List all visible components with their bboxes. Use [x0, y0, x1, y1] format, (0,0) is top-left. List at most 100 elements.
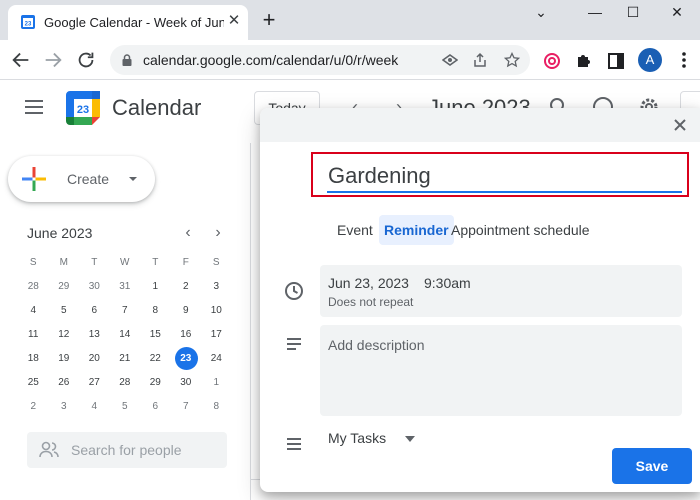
tab-appointment-schedule[interactable]: Appointment schedule	[446, 215, 595, 245]
address-bar[interactable]: calendar.google.com/calendar/u/0/r/week	[110, 45, 530, 75]
event-title-input[interactable]	[327, 163, 682, 193]
event-time[interactable]: 9:30am	[424, 275, 471, 291]
mini-calendar-day[interactable]: 6	[140, 395, 171, 419]
view-site-info-icon[interactable]	[442, 52, 458, 68]
new-tab-button[interactable]: +	[258, 9, 280, 31]
mini-calendar-day[interactable]: 25	[18, 371, 49, 395]
mini-calendar-day[interactable]: 23	[171, 347, 202, 371]
url-text[interactable]: calendar.google.com/calendar/u/0/r/week	[143, 52, 398, 68]
extension-icon[interactable]	[543, 52, 561, 70]
bookmark-star-icon[interactable]	[504, 52, 520, 68]
mini-calendar-day[interactable]: 28	[110, 371, 141, 395]
save-button[interactable]: Save	[612, 448, 692, 484]
mini-calendar-day[interactable]: 2	[171, 275, 202, 299]
repeat-option[interactable]: Does not repeat	[328, 295, 413, 309]
mini-calendar-day[interactable]: 4	[18, 299, 49, 323]
plus-icon	[22, 167, 46, 191]
mini-calendar-day[interactable]: 30	[171, 371, 202, 395]
mini-calendar-day[interactable]: 9	[171, 299, 202, 323]
weekday-header: W	[120, 257, 130, 268]
browser-menu-icon[interactable]	[674, 50, 694, 70]
mini-calendar-day[interactable]: 31	[110, 275, 141, 299]
calendar-logo-icon[interactable]: 23	[66, 91, 100, 125]
mini-calendar-day[interactable]: 1	[140, 275, 171, 299]
window-close-button[interactable]: ✕	[662, 4, 692, 20]
mini-calendar-day[interactable]: 17	[201, 323, 232, 347]
reload-icon[interactable]	[75, 49, 97, 71]
profile-avatar[interactable]: A	[638, 48, 662, 72]
tab-reminder[interactable]: Reminder	[379, 215, 454, 245]
minimize-button[interactable]: —	[580, 4, 610, 20]
mini-calendar-day[interactable]: 7	[171, 395, 202, 419]
back-arrow-icon[interactable]	[10, 49, 32, 71]
mini-calendar-next-icon[interactable]: ›	[210, 225, 226, 241]
mini-calendar-day[interactable]: 4	[79, 395, 110, 419]
today-day-number[interactable]: 23	[180, 353, 191, 364]
weekday-header: S	[29, 257, 37, 268]
svg-text:23: 23	[77, 104, 89, 116]
mini-calendar-day[interactable]: 2	[18, 395, 49, 419]
caret-down-icon	[129, 177, 137, 181]
mini-calendar-day[interactable]: 29	[49, 275, 80, 299]
mini-calendar-day[interactable]: 12	[49, 323, 80, 347]
forward-arrow-icon[interactable]	[42, 49, 64, 71]
mini-calendar-day[interactable]: 10	[201, 299, 232, 323]
caret-down-icon[interactable]	[405, 436, 415, 442]
mini-calendar-day[interactable]: 6	[79, 299, 110, 323]
task-list-select[interactable]: My Tasks	[328, 430, 386, 446]
mini-calendar-prev-icon[interactable]: ‹	[180, 225, 196, 241]
mini-calendar-day[interactable]: 19	[49, 347, 80, 371]
mini-calendar-day[interactable]: 29	[140, 371, 171, 395]
share-icon[interactable]	[472, 52, 488, 68]
mini-calendar-day[interactable]: 27	[79, 371, 110, 395]
weekday-header: F	[182, 257, 189, 268]
mini-calendar-day[interactable]: 14	[110, 323, 141, 347]
weekday-header: S	[212, 257, 220, 268]
description-icon	[287, 338, 301, 350]
mini-calendar-day[interactable]: 15	[140, 323, 171, 347]
mini-calendar-day[interactable]: 21	[110, 347, 141, 371]
mini-calendar-day[interactable]: 5	[110, 395, 141, 419]
mini-calendar-day[interactable]: 20	[79, 347, 110, 371]
datetime-field[interactable]: Jun 23, 2023 9:30am Does not repeat	[320, 265, 682, 317]
mini-calendar-day[interactable]: 8	[201, 395, 232, 419]
mini-calendar-title: June 2023	[27, 225, 93, 241]
search-people-input[interactable]: Search for people	[27, 432, 227, 468]
mini-calendar-day[interactable]: 3	[49, 395, 80, 419]
tab-search-button[interactable]: ⌄	[526, 4, 556, 20]
calendar-favicon-icon: 23	[21, 15, 35, 29]
mini-calendar-day[interactable]: 26	[49, 371, 80, 395]
event-date[interactable]: Jun 23, 2023	[328, 275, 409, 291]
browser-tabstrip: 23 Google Calendar - Week of June ✕ + ⌄ …	[0, 0, 700, 40]
maximize-button[interactable]: ☐	[618, 4, 648, 20]
mini-calendar-day[interactable]: 7	[110, 299, 141, 323]
side-panel-icon[interactable]	[607, 52, 625, 70]
extensions-puzzle-icon[interactable]	[575, 52, 593, 70]
browser-tab[interactable]: 23 Google Calendar - Week of June ✕	[8, 5, 248, 40]
mini-calendar-day[interactable]: 11	[18, 323, 49, 347]
create-button[interactable]: Create	[8, 156, 155, 202]
clock-icon	[285, 282, 303, 300]
lock-icon[interactable]	[120, 53, 134, 67]
tab-close-icon[interactable]: ✕	[224, 11, 244, 31]
mini-calendar-day[interactable]: 18	[18, 347, 49, 371]
tab-event[interactable]: Event	[332, 215, 378, 245]
dialog-drag-handle[interactable]	[260, 108, 700, 142]
mini-calendar-day[interactable]: 1	[201, 371, 232, 395]
mini-calendar-day[interactable]: 30	[79, 275, 110, 299]
task-list-icon	[287, 438, 301, 450]
mini-calendar-day[interactable]: 24	[201, 347, 232, 371]
mini-calendar-day[interactable]: 5	[49, 299, 80, 323]
close-icon[interactable]	[672, 117, 688, 133]
mini-calendar-day[interactable]: 28	[18, 275, 49, 299]
mini-calendar-day[interactable]: 8	[140, 299, 171, 323]
mini-calendar-day[interactable]: 22	[140, 347, 171, 371]
mini-calendar-day[interactable]: 16	[171, 323, 202, 347]
weekday-header: T	[91, 257, 98, 268]
people-icon	[39, 441, 59, 458]
mini-calendar-day[interactable]: 13	[79, 323, 110, 347]
browser-tab-title: Google Calendar - Week of June	[44, 15, 224, 30]
mini-calendar-day[interactable]: 3	[201, 275, 232, 299]
description-field[interactable]: Add description	[320, 325, 682, 416]
main-menu-icon[interactable]	[25, 100, 45, 116]
